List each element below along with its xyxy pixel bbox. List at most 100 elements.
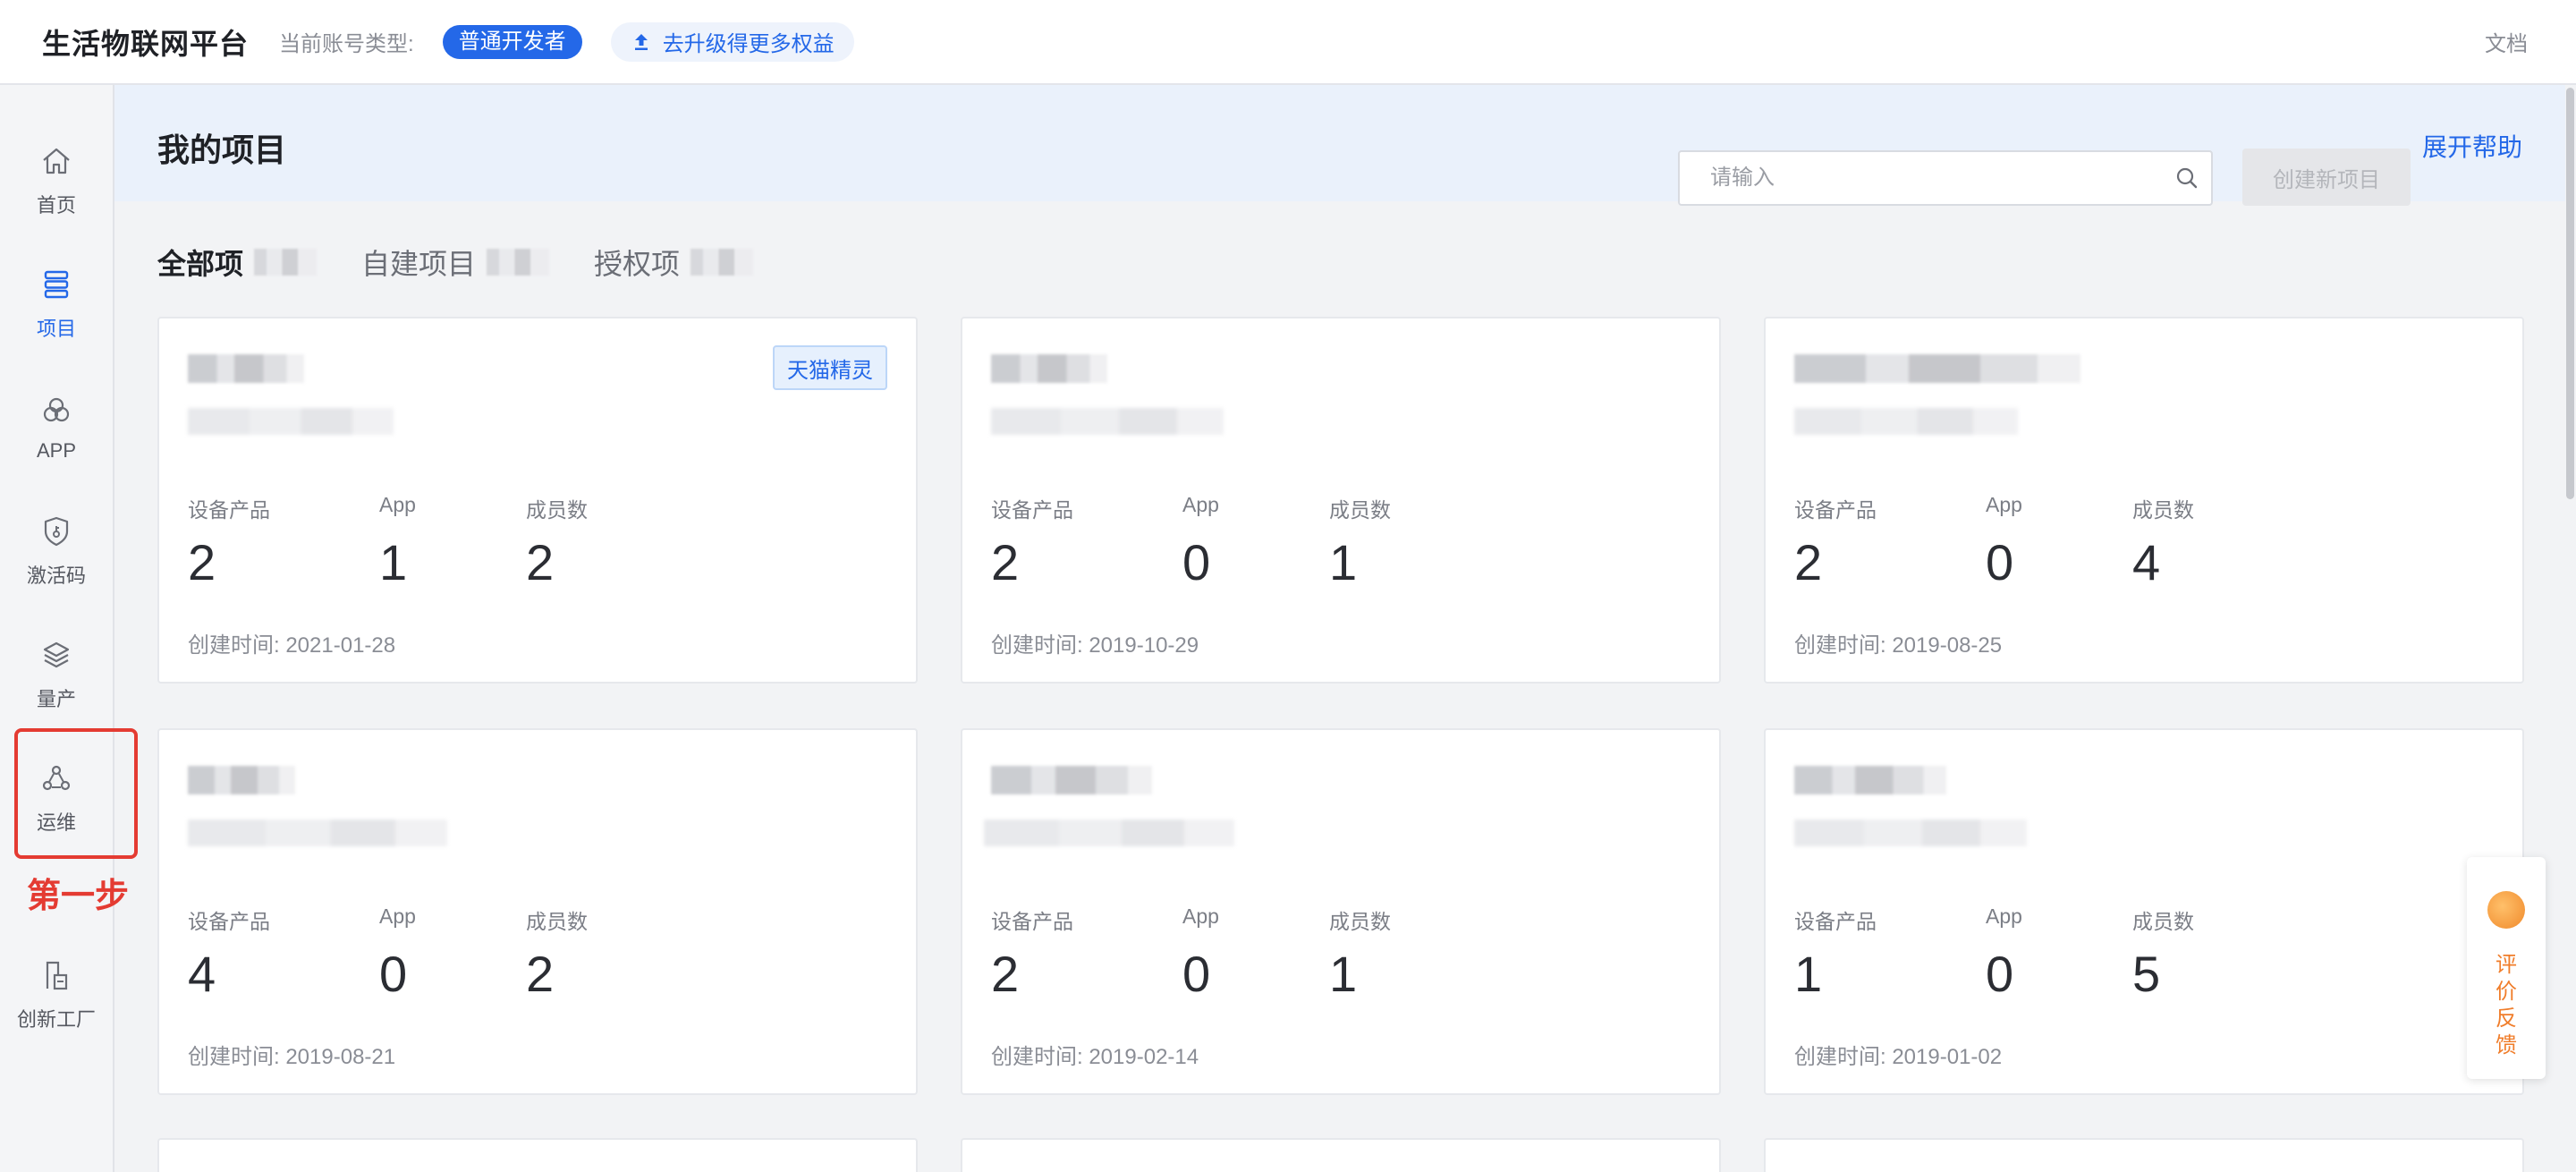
project-card-partial[interactable] [157,1138,918,1172]
created-time: 创建时间: 2021-01-28 [188,633,396,658]
tab-count-redacted [487,249,550,276]
project-desc-redacted [991,408,1224,435]
created-time: 创建时间: 2019-08-21 [188,1045,396,1069]
factory-icon [46,961,68,990]
members-count: 4 [2132,534,2161,590]
members-count: 2 [526,534,555,590]
tab-label: 全部项 [157,248,244,280]
search-icon[interactable] [2175,166,2199,190]
project-card[interactable]: 天猫精灵 设备产品 App 成员数 2 1 2 创建时间: 2021-01-28 [157,317,918,684]
sidebar-item-activation-code[interactable]: 激活码 [0,498,113,604]
project-card[interactable]: 设备产品 App 成员数 1 0 5 创建时间: 2019-01-02 [1764,728,2524,1095]
project-card-partial[interactable] [961,1138,1721,1172]
create-project-button[interactable]: 创建新项目 [2242,149,2411,206]
app-label: App [1182,493,1219,516]
app-label: App [1986,904,2022,928]
members-count: 1 [1329,534,1358,590]
app-count: 0 [1182,946,1211,1002]
project-desc-redacted [984,820,1234,846]
project-card[interactable]: 设备产品 App 成员数 2 0 1 创建时间: 2019-02-14 [961,728,1721,1095]
app-count: 0 [379,946,408,1002]
sidebar-item-label: APP [36,439,77,462]
members-label: 成员数 [2132,910,2194,933]
members-label: 成员数 [1329,910,1391,933]
products-label: 设备产品 [1794,910,1877,933]
project-name-redacted [188,354,304,383]
project-card[interactable]: 设备产品 App 成员数 2 0 4 创建时间: 2019-08-25 [1764,317,2524,684]
members-label: 成员数 [1329,498,1391,522]
annotation-step-label: 第一步 [27,878,130,915]
tab-count-redacted [254,249,318,276]
app-label: App [1986,493,2022,516]
sidebar-item-label: 首页 [36,194,76,217]
sidebar-item-innovation-factory[interactable]: 创新工厂 [0,942,113,1048]
page-title: 我的项目 [157,132,287,168]
feedback-widget[interactable]: 评价反馈 [2467,857,2546,1079]
project-desc-redacted [1794,408,2018,435]
members-label: 成员数 [526,498,588,522]
app-count: 0 [1182,534,1211,590]
brand-title[interactable]: 生活物联网平台 [42,21,249,63]
created-time: 创建时间: 2019-01-02 [1794,1045,2003,1069]
platform-tag: 天猫精灵 [773,345,887,390]
sidebar: 首页 项目 APP 激活码 量产 运维 创新工厂 [0,85,114,1172]
account-type-badge: 普通开发者 [442,24,582,59]
created-time: 创建时间: 2019-10-29 [991,633,1199,658]
project-desc-redacted [188,408,394,435]
project-name-redacted [1794,766,1946,794]
sidebar-item-label: 项目 [36,318,76,340]
products-label: 设备产品 [991,498,1073,522]
sidebar-item-project[interactable]: 项目 [0,251,113,357]
project-name-redacted [991,354,1107,383]
project-card[interactable]: 设备产品 App 成员数 2 0 1 创建时间: 2019-10-29 [961,317,1721,684]
upgrade-label: 去升级得更多权益 [662,32,835,56]
products-label: 设备产品 [991,910,1073,933]
products-count: 2 [991,946,1020,1002]
tab-label: 自建项目 [361,248,477,280]
project-card-partial[interactable] [1764,1138,2524,1172]
products-label: 设备产品 [1794,498,1877,522]
upgrade-button[interactable]: 去升级得更多权益 [610,21,854,62]
products-label: 设备产品 [188,498,270,522]
search-box [1678,150,2213,206]
tab-authorized-projects[interactable]: 授权项 [594,242,754,283]
products-count: 2 [188,534,216,590]
project-desc-redacted [188,820,447,846]
app-count: 0 [1986,534,2014,590]
tab-all-projects[interactable]: 全部项 [157,242,318,283]
app-count: 0 [1986,946,2014,1002]
app-icon [43,397,70,422]
shield-icon [44,516,69,547]
sidebar-item-app[interactable]: APP [0,375,113,480]
layers-icon [43,641,70,668]
created-time: 创建时间: 2019-02-14 [991,1045,1199,1069]
project-tabs: 全部项 自建项目 授权项 [157,242,798,283]
sidebar-item-label: 创新工厂 [16,1008,96,1031]
sidebar-item-label: 量产 [36,688,76,710]
app-label: App [1182,904,1219,928]
created-time: 创建时间: 2019-08-25 [1794,633,2003,658]
project-icon [44,270,69,299]
project-name-redacted [188,766,295,794]
project-name-redacted [1794,354,2080,383]
tab-own-projects[interactable]: 自建项目 [361,242,550,283]
members-label: 成员数 [2132,498,2194,522]
feedback-label: 评价反馈 [2496,953,2517,1057]
search-input[interactable] [1710,166,2175,191]
project-card[interactable]: 设备产品 App 成员数 4 0 2 创建时间: 2019-08-21 [157,728,918,1095]
upload-arrow-icon [634,33,648,50]
account-type-label: 当前账号类型: [279,32,414,56]
tab-label: 授权项 [594,248,681,280]
help-link[interactable]: 展开帮助 [2422,128,2522,164]
app-label: App [379,904,416,928]
sidebar-item-home[interactable]: 首页 [0,128,113,234]
members-count: 1 [1329,946,1358,1002]
scrollbar-thumb[interactable] [2566,88,2574,499]
feedback-icon [2487,891,2525,929]
members-count: 2 [526,946,555,1002]
app-count: 1 [379,534,408,590]
products-count: 2 [991,534,1020,590]
sidebar-item-mass-production[interactable]: 量产 [0,622,113,727]
docs-link[interactable]: 文档 [2485,26,2528,57]
project-name-redacted [991,766,1152,794]
